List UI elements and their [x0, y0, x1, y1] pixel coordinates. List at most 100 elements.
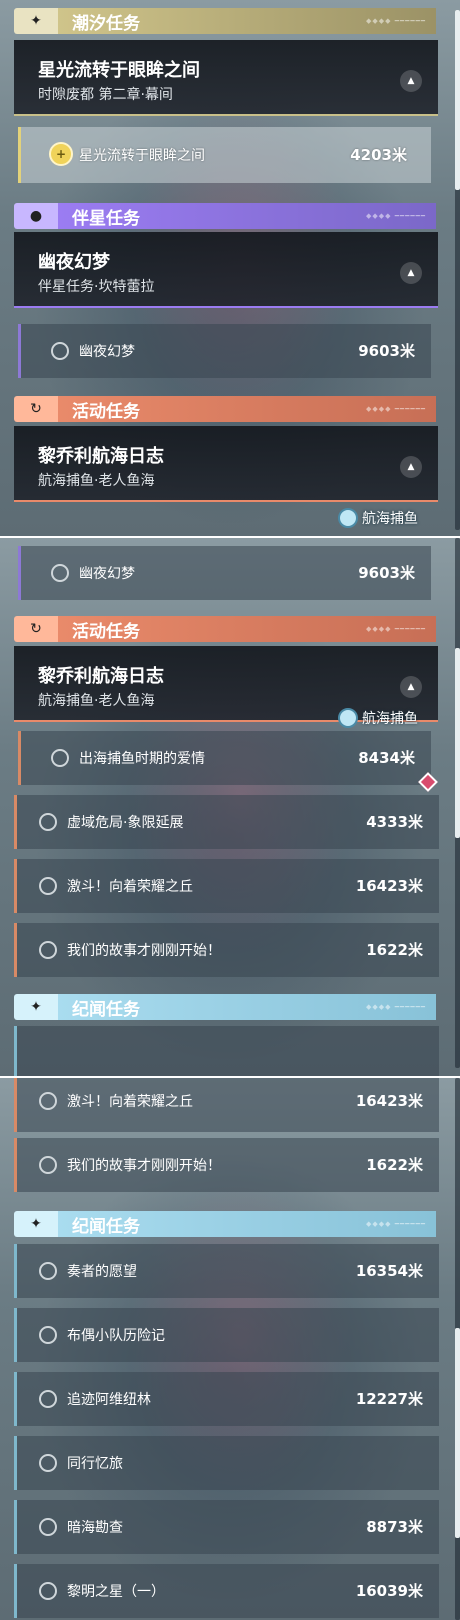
category-chronicle-quests[interactable]: ✦ 纪闻任务 ◆◆◆◆ ━━━━━━: [14, 994, 436, 1020]
quest-name: 暗海勘查: [67, 1520, 123, 1536]
quest-distance: 9603米: [358, 342, 415, 360]
quest-row[interactable]: 出海捕鱼时期的爱情 8434米: [18, 731, 431, 785]
quest-name: 布偶小队历险记: [67, 1328, 165, 1344]
quest-row[interactable]: 激斗！向着荣耀之丘 16423米: [14, 1078, 439, 1132]
quest-panel-2: 幽夜幻梦 9603米 ↻ 活动任务 ◆◆◆◆ ━━━━━━ 黎乔利航海日志 航海…: [0, 538, 460, 1078]
collapse-arrow-icon[interactable]: ▲: [400, 262, 422, 284]
circle-icon: [39, 1582, 57, 1600]
companion-icon: ●: [14, 203, 58, 229]
star-sparkle-icon: ✦: [14, 8, 58, 34]
map-region-label: 航海捕鱼: [362, 511, 418, 527]
circle-icon: [39, 1326, 57, 1344]
category-ornament: ◆◆◆◆ ━━━━━━: [365, 405, 426, 413]
quest-name: 出海捕鱼时期的爱情: [79, 751, 205, 767]
quest-subtitle: 时隙废都 第二章·幕间: [38, 87, 173, 103]
circle-icon: [51, 342, 69, 360]
circle-icon: [39, 941, 57, 959]
category-ornament: ◆◆◆◆ ━━━━━━: [365, 625, 426, 633]
scrollbar[interactable]: [455, 538, 460, 1068]
star-sparkle-icon: ✦: [14, 1211, 58, 1237]
quest-distance: 4333米: [366, 813, 423, 831]
quest-name: 激斗！向着荣耀之丘: [67, 879, 193, 895]
quest-title: 幽夜幻梦: [38, 252, 110, 273]
category-ornament: ◆◆◆◆ ━━━━━━: [365, 1003, 426, 1011]
quest-row[interactable]: 激斗！向着荣耀之丘 16423米: [14, 859, 439, 913]
quest-row[interactable]: 幽夜幻梦 9603米: [18, 324, 431, 378]
quest-name: 追迹阿维纽林: [67, 1392, 151, 1408]
quest-name: 幽夜幻梦: [79, 566, 135, 582]
quest-row[interactable]: 布偶小队历险记: [14, 1308, 439, 1362]
scrollbar-thumb[interactable]: [455, 10, 460, 190]
circle-icon: [39, 1390, 57, 1408]
circle-icon: [39, 1156, 57, 1174]
quest-title: 黎乔利航海日志: [38, 446, 164, 467]
quest-row[interactable]: 黎明之星（一） 16039米: [14, 1564, 439, 1618]
category-tide-quests[interactable]: ✦ 潮汐任务 ◆◆◆◆ ━━━━━━: [14, 8, 436, 34]
quest-subtitle: 航海捕鱼·老人鱼海: [38, 473, 155, 489]
quest-row[interactable]: 我们的故事才刚刚开始！ 1622米: [14, 1138, 439, 1192]
category-event-quests[interactable]: ↻ 活动任务 ◆◆◆◆ ━━━━━━: [14, 396, 436, 422]
map-region-tag: 航海捕鱼: [338, 708, 418, 728]
quest-name: 奏者的愿望: [67, 1264, 137, 1280]
quest-name: 我们的故事才刚刚开始！: [67, 1158, 221, 1174]
collapse-arrow-icon[interactable]: ▲: [400, 70, 422, 92]
quest-row[interactable]: 追迹阿维纽林 12227米: [14, 1372, 439, 1426]
scrollbar-thumb[interactable]: [455, 648, 460, 838]
quest-name: 虚域危局·象限延展: [67, 815, 184, 831]
event-refresh-icon: ↻: [14, 616, 58, 642]
map-region-label: 航海捕鱼: [362, 711, 418, 727]
category-ornament: ◆◆◆◆ ━━━━━━: [365, 212, 426, 220]
category-companion-quests[interactable]: ● 伴星任务 ◆◆◆◆ ━━━━━━: [14, 203, 436, 229]
quest-name: 星光流转于眼眸之间: [79, 148, 205, 164]
circle-icon: [39, 1092, 57, 1110]
quest-card[interactable]: 幽夜幻梦 伴星任务·坎特蕾拉 ▲: [14, 232, 438, 308]
scrollbar[interactable]: [455, 10, 460, 530]
quest-distance: 8873米: [366, 1518, 423, 1536]
quest-row[interactable]: 幽夜幻梦 9603米: [18, 546, 431, 600]
circle-icon: [51, 749, 69, 767]
collapse-arrow-icon[interactable]: ▲: [400, 676, 422, 698]
category-chronicle-quests[interactable]: ✦ 纪闻任务 ◆◆◆◆ ━━━━━━: [14, 1211, 436, 1237]
circle-icon: [39, 813, 57, 831]
quest-row[interactable]: 同行忆旅: [14, 1436, 439, 1490]
collapse-arrow-icon[interactable]: ▲: [400, 456, 422, 478]
quest-distance: 1622米: [366, 1156, 423, 1174]
category-ornament: ◆◆◆◆ ━━━━━━: [365, 17, 426, 25]
quest-row[interactable]: 奏者的愿望 16354米: [14, 1244, 439, 1298]
fishing-region-icon: [338, 708, 358, 728]
quest-row-partial[interactable]: [14, 1026, 439, 1076]
quest-distance: 16423米: [355, 1092, 423, 1110]
event-refresh-icon: ↻: [14, 396, 58, 422]
quest-distance: 16423米: [355, 877, 423, 895]
fishing-region-icon: [338, 508, 358, 528]
tracked-plus-icon: +: [49, 142, 73, 166]
quest-distance: 8434米: [358, 749, 415, 767]
circle-icon: [39, 1262, 57, 1280]
quest-row[interactable]: 我们的故事才刚刚开始！ 1622米: [14, 923, 439, 977]
quest-card[interactable]: 黎乔利航海日志 航海捕鱼·老人鱼海 ▲: [14, 426, 438, 502]
quest-card[interactable]: 星光流转于眼眸之间 时隙废都 第二章·幕间 ▲: [14, 40, 438, 116]
quest-name: 我们的故事才刚刚开始！: [67, 943, 221, 959]
quest-row-tracked[interactable]: + 星光流转于眼眸之间 4203米: [18, 127, 431, 183]
quest-distance: 4203米: [350, 146, 407, 164]
quest-panel-3: 激斗！向着荣耀之丘 16423米 我们的故事才刚刚开始！ 1622米 ✦ 纪闻任…: [0, 1078, 460, 1620]
quest-row[interactable]: 暗海勘查 8873米: [14, 1500, 439, 1554]
quest-row[interactable]: 虚域危局·象限延展 4333米: [14, 795, 439, 849]
quest-title: 黎乔利航海日志: [38, 666, 164, 687]
circle-icon: [39, 1454, 57, 1472]
category-ornament: ◆◆◆◆ ━━━━━━: [365, 1220, 426, 1228]
circle-icon: [39, 1518, 57, 1536]
quest-name: 同行忆旅: [67, 1456, 123, 1472]
circle-icon: [39, 877, 57, 895]
category-event-quests[interactable]: ↻ 活动任务 ◆◆◆◆ ━━━━━━: [14, 616, 436, 642]
quest-distance: 9603米: [358, 564, 415, 582]
quest-distance: 12227米: [355, 1390, 423, 1408]
scrollbar[interactable]: [455, 1078, 460, 1620]
map-region-tag: 航海捕鱼: [338, 508, 418, 528]
quest-name: 黎明之星（一）: [67, 1584, 165, 1600]
quest-distance: 1622米: [366, 941, 423, 959]
quest-name: 幽夜幻梦: [79, 344, 135, 360]
circle-icon: [51, 564, 69, 582]
scrollbar-thumb[interactable]: [455, 1328, 460, 1538]
quest-subtitle: 伴星任务·坎特蕾拉: [38, 279, 155, 295]
